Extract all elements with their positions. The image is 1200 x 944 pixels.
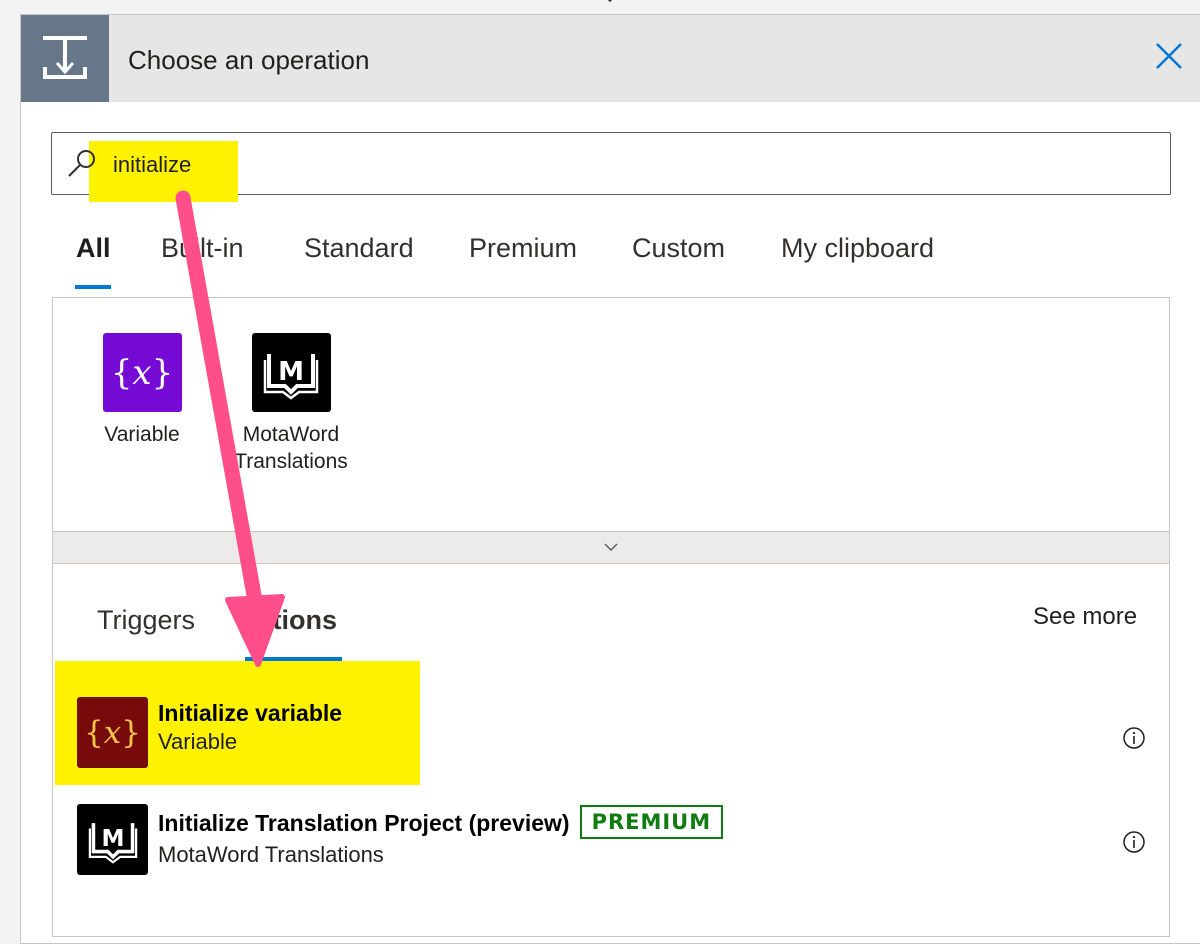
variable-icon: {x} — [77, 697, 148, 768]
tab-premium[interactable]: Premium — [469, 229, 577, 267]
tab-actions[interactable]: Actions — [238, 601, 337, 639]
tab-all[interactable]: All — [76, 229, 111, 267]
search-input[interactable] — [113, 151, 813, 179]
svg-text:M: M — [101, 826, 124, 852]
dialog-title: Choose an operation — [128, 45, 370, 75]
result-initialize-translation-project[interactable]: M Initialize Translation Project (previe… — [53, 792, 1169, 896]
premium-badge: PREMIUM — [579, 805, 724, 839]
tab-triggers[interactable]: Triggers — [97, 601, 195, 639]
tab-standard[interactable]: Standard — [304, 229, 414, 267]
motaword-icon: M — [251, 333, 331, 412]
header-icon-box — [21, 15, 109, 102]
info-icon[interactable] — [1122, 726, 1146, 750]
variable-icon: {x} — [102, 333, 182, 412]
active-tab-indicator — [75, 285, 111, 289]
result-title: Initialize variable — [158, 700, 343, 726]
connector-label: Variable — [104, 423, 180, 446]
result-initialize-variable[interactable]: {x} Initialize variable Variable — [53, 686, 1169, 790]
expand-connectors-bar[interactable] — [53, 531, 1169, 564]
flow-connector-arrow-icon — [607, 0, 613, 3]
motaword-icon: M — [77, 804, 148, 875]
connector-motaword[interactable]: M MotaWord Translations — [231, 333, 351, 475]
result-subtitle: MotaWord Translations — [158, 842, 384, 867]
connector-label: MotaWord Translations — [234, 423, 348, 473]
close-icon[interactable] — [1151, 38, 1187, 74]
connector-variable[interactable]: {x} Variable — [82, 333, 202, 448]
svg-text:M: M — [278, 357, 304, 387]
tab-custom[interactable]: Custom — [632, 229, 725, 267]
step-icon — [43, 36, 87, 79]
tab-built-in[interactable]: Built-in — [161, 229, 244, 267]
see-more-link[interactable]: See more — [1033, 600, 1137, 634]
chevron-down-icon — [604, 543, 618, 552]
result-subtitle: Variable — [158, 729, 238, 754]
search-icon — [68, 150, 95, 177]
result-title: Initialize Translation Project (preview) — [158, 810, 570, 836]
info-icon[interactable] — [1122, 830, 1146, 854]
result-title-line: Initialize Translation Project (preview)… — [158, 805, 724, 839]
tab-my-clipboard[interactable]: My clipboard — [781, 229, 934, 267]
